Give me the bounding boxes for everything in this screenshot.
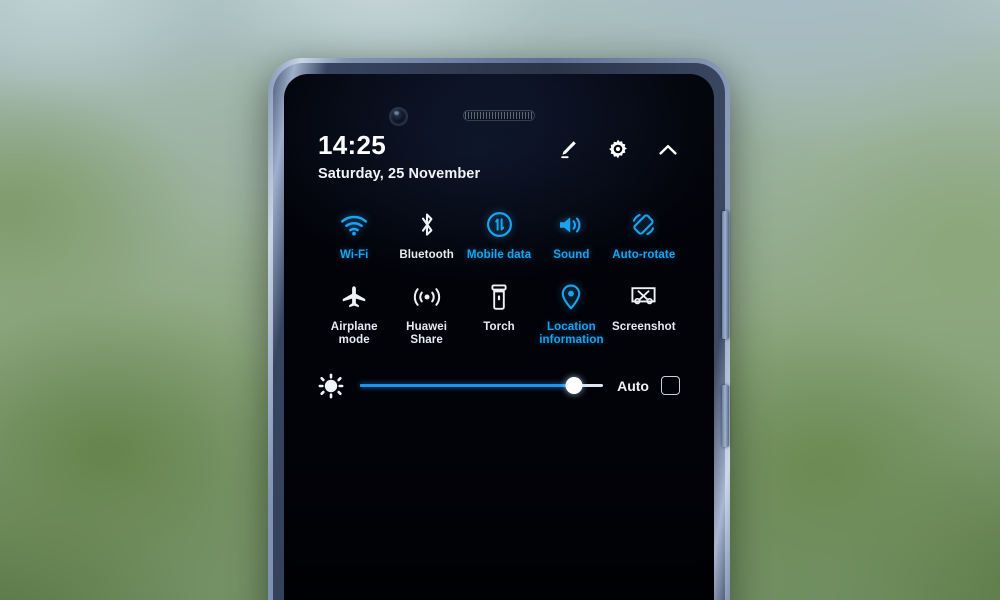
brightness-slider[interactable] — [360, 375, 604, 397]
edit-icon[interactable] — [556, 138, 580, 162]
auto-brightness-checkbox[interactable] — [661, 376, 680, 395]
clock-time: 14:25 — [318, 130, 386, 160]
screenshot-scene: 14:25 Saturday, 25 November Wi-Fi Blueto… — [0, 0, 1000, 600]
bluetooth-icon — [416, 210, 438, 240]
tile-label: Torch — [483, 320, 515, 333]
auto-brightness-label: Auto — [617, 377, 649, 394]
tile-label: Location information — [539, 320, 604, 346]
tile-label: Huawei Share — [406, 320, 448, 346]
sound-icon — [557, 210, 585, 240]
quick-settings-panel: 14:25 Saturday, 25 November Wi-Fi Blueto… — [284, 132, 714, 399]
front-camera-icon — [390, 108, 407, 125]
tile-location-information[interactable]: Location information — [535, 282, 607, 347]
tile-label: Airplane mode — [330, 320, 378, 346]
gear-icon[interactable] — [606, 138, 630, 162]
tile-huawei-share[interactable]: Huawei Share — [390, 282, 462, 347]
tile-torch[interactable]: Torch — [463, 282, 535, 334]
tile-wifi[interactable]: Wi-Fi — [318, 210, 390, 262]
volume-rocker-button[interactable] — [722, 211, 729, 339]
location-pin-icon — [560, 282, 582, 312]
tile-label: Sound — [553, 248, 590, 261]
quick-tiles: Wi-Fi Bluetooth Mobile data Sound Auto-r… — [318, 210, 680, 347]
airplane-icon — [340, 282, 368, 312]
wifi-icon — [340, 210, 368, 240]
tile-label: Mobile data — [466, 248, 532, 261]
tile-mobile-data[interactable]: Mobile data — [463, 210, 535, 262]
power-button[interactable] — [722, 385, 729, 447]
tile-row-2: Airplane mode Huawei Share Torch Locatio… — [318, 282, 680, 347]
phone-screen: 14:25 Saturday, 25 November Wi-Fi Blueto… — [284, 74, 714, 600]
slider-fill — [360, 384, 574, 387]
sun-icon — [318, 373, 344, 398]
tile-airplane-mode[interactable]: Airplane mode — [318, 282, 390, 347]
auto-rotate-icon — [630, 210, 657, 240]
slider-knob[interactable] — [565, 377, 583, 394]
tile-sound[interactable]: Sound — [535, 210, 607, 262]
top-bezel — [284, 74, 714, 126]
tile-row-1: Wi-Fi Bluetooth Mobile data Sound Auto-r… — [318, 210, 680, 262]
tile-label: Bluetooth — [399, 248, 454, 261]
tile-bluetooth[interactable]: Bluetooth — [390, 210, 462, 262]
tile-label: Screenshot — [612, 320, 676, 333]
panel-header: 14:25 Saturday, 25 November — [318, 132, 680, 182]
brightness-row: Auto — [318, 373, 680, 399]
clock-block: 14:25 Saturday, 25 November — [318, 132, 480, 182]
earpiece-speaker-icon — [463, 110, 535, 121]
auto-brightness-group: Auto — [617, 376, 680, 395]
phone-frame: 14:25 Saturday, 25 November Wi-Fi Blueto… — [273, 63, 729, 600]
mobile-data-icon — [486, 210, 513, 240]
tile-auto-rotate[interactable]: Auto-rotate — [608, 210, 680, 262]
chevron-up-icon[interactable] — [656, 138, 680, 162]
screen-bottom-fade — [284, 404, 714, 600]
tile-label: Wi-Fi — [339, 248, 369, 261]
header-icon-group — [556, 138, 680, 162]
screenshot-icon — [629, 282, 658, 312]
tile-screenshot[interactable]: Screenshot — [608, 282, 680, 334]
torch-icon — [489, 282, 509, 312]
tile-label: Auto-rotate — [612, 248, 676, 261]
huawei-share-icon — [412, 282, 442, 312]
clock-date: Saturday, 25 November — [318, 166, 481, 182]
phone-device: 14:25 Saturday, 25 November Wi-Fi Blueto… — [268, 58, 730, 600]
